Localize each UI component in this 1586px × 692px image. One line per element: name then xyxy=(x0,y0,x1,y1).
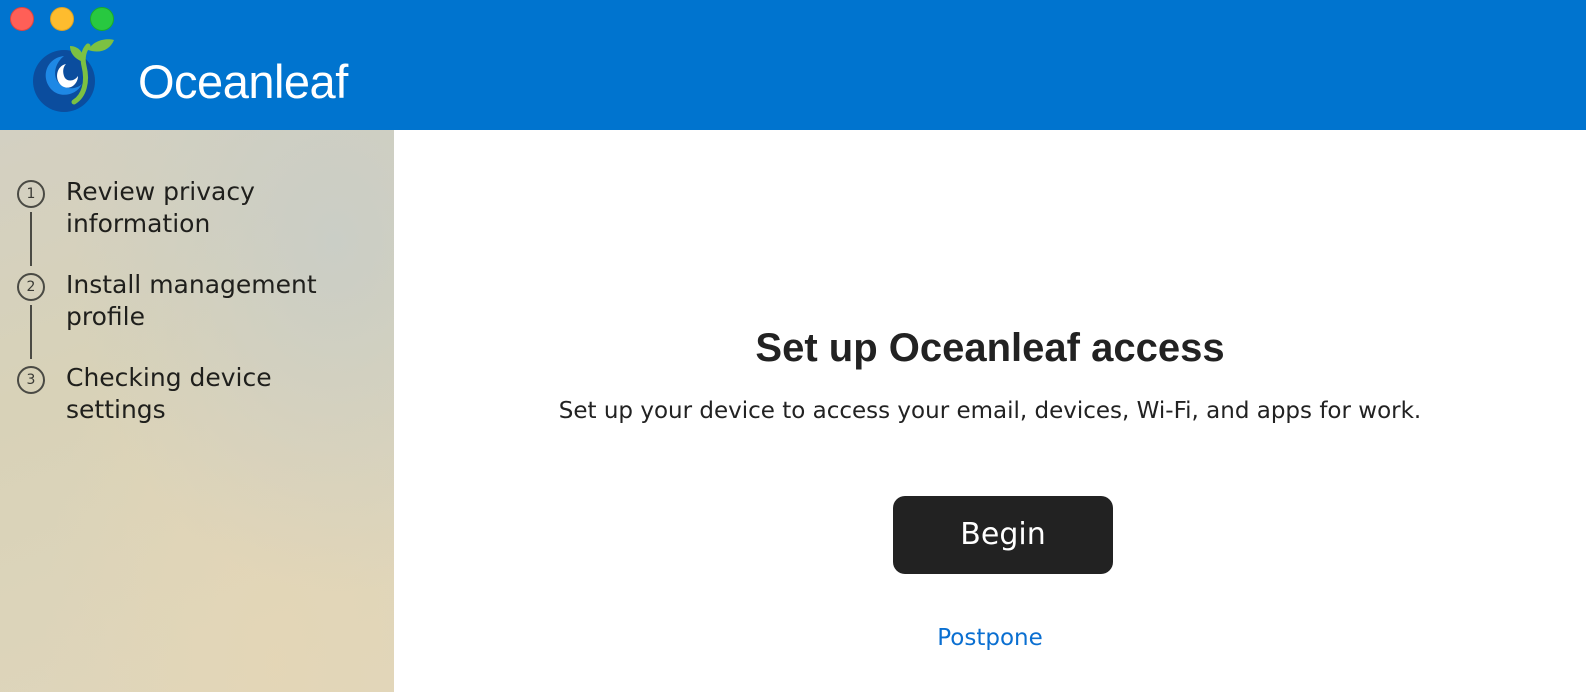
page-title: Set up Oceanleaf access xyxy=(755,326,1225,370)
step-label: Install management profile xyxy=(66,270,317,331)
window-minimize-button[interactable] xyxy=(50,7,74,31)
begin-button[interactable]: Begin xyxy=(893,496,1113,574)
step-connector xyxy=(30,305,32,359)
step-number: 1 xyxy=(17,180,45,208)
step-connector xyxy=(30,212,32,266)
step-label: Review privacy information xyxy=(66,177,255,238)
app-header: Oceanleaf xyxy=(0,0,1586,130)
postpone-link[interactable]: Postpone xyxy=(394,623,1586,653)
window-maximize-button[interactable] xyxy=(90,7,114,31)
step-label: Checking device settings xyxy=(66,363,272,424)
step-number: 2 xyxy=(17,273,45,301)
step-number: 3 xyxy=(17,366,45,394)
app-window: Oceanleaf 1 Review privacy information 2… xyxy=(0,0,1586,692)
window-close-button[interactable] xyxy=(10,7,34,31)
main-content: Set up Oceanleaf access Set up your devi… xyxy=(394,130,1586,692)
page-subtitle: Set up your device to access your email,… xyxy=(558,398,1422,424)
setup-steps-sidebar: 1 Review privacy information 2 Install m… xyxy=(0,130,394,692)
app-name: Oceanleaf xyxy=(138,55,348,108)
oceanleaf-logo-icon xyxy=(33,39,114,112)
